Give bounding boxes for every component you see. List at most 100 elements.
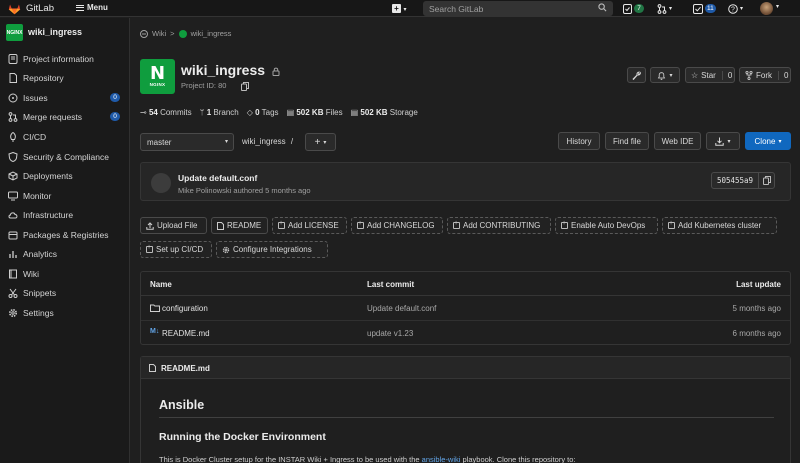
chevron-down-icon: ▾ [727,138,731,145]
sidebar-project-header[interactable]: NGINX wiki_ingress [0,24,130,43]
sidebar-item-infrastructure[interactable]: Infrastructure [0,206,130,224]
commits-label: Commits [160,108,192,117]
sidebar-item-wiki[interactable]: Wiki [0,265,130,283]
tag-icon: ◇ [246,108,253,117]
star-count[interactable]: 0 [721,70,732,80]
sidebar-item-merge-requests[interactable]: Merge requests 0 [0,108,130,126]
add-to-tree-dropdown[interactable]: + ▾ [305,133,336,151]
sidebar-item-security-compliance[interactable]: Security & Compliance [0,148,130,166]
plus-square-icon [668,220,675,229]
help-dropdown[interactable]: ? ▾ [728,2,743,15]
commit-title[interactable]: Update default.conf [178,173,257,183]
sidebar-item-packages-registries[interactable]: Packages & Registries [0,226,130,244]
sidebar-item-issues[interactable]: Issues 0 [0,89,130,107]
copy-icon[interactable] [241,82,249,91]
copy-sha-button[interactable] [758,172,775,189]
repo-path-root[interactable]: wiki_ingress [242,137,286,146]
fork-count[interactable]: 0 [778,70,788,80]
commit-sha[interactable]: 505455a9 [711,172,759,189]
enable-auto-devops-button[interactable]: Enable Auto DevOps [555,217,658,234]
upload-file-button[interactable]: Upload File [140,217,207,234]
breadcrumb-root[interactable]: Wiki [152,29,166,38]
branches-stat[interactable]: ᛘ 1 Branch [200,108,239,117]
web-ide-button[interactable]: Web IDE [654,132,701,150]
history-button[interactable]: History [558,132,600,150]
upload-file-label: Upload File [157,221,198,230]
find-file-button[interactable]: Find file [605,132,649,150]
notifications-dropdown[interactable]: ▾ [650,67,680,83]
merge-dropdown[interactable]: ▾ [657,2,672,15]
user-avatar[interactable] [760,2,773,15]
setup-ci-cd-button[interactable]: Set up CI/CD [140,241,212,258]
chevron-down-icon[interactable]: ▾ [776,3,779,10]
sidebar-item-project-information[interactable]: Project information [0,50,130,68]
branches-count: 1 [206,108,212,117]
merge-requests-count: 7 [634,4,644,13]
readme-paragraph: This is Docker Cluster setup for the INS… [159,455,576,463]
files-stat[interactable]: ▤ 502 KB Files [287,108,343,117]
search-placeholder: Search GitLab [429,4,484,14]
add-license-button[interactable]: Add LICENSE [272,217,347,234]
sidebar-item-deployments[interactable]: Deployments [0,167,130,185]
breadcrumb-current[interactable]: wiki_ingress [191,29,232,38]
project-avatar: NGINX [6,24,23,41]
tags-stat[interactable]: ◇ 0 Tags [247,108,279,117]
files-icon: ▤ [286,108,295,117]
upload-icon [146,221,154,230]
sidebar-item-settings[interactable]: Settings [0,304,130,322]
todos-nav[interactable]: 11 [693,2,716,15]
commits-stat[interactable]: ⊸ 54 Commits [140,108,192,117]
branch-selector[interactable]: master ▾ [140,133,234,151]
clone-dropdown[interactable]: Clone ▾ [745,132,791,150]
star-icon: ☆ [691,70,699,80]
sidebar-item-label: Deployments [23,171,73,181]
readme-button[interactable]: README [211,217,268,234]
gear-icon [222,246,230,253]
issues-icon [8,93,18,103]
commit-author-avatar[interactable] [151,173,171,193]
branches-label: Branch [213,108,239,117]
file-last-commit[interactable]: Update default.conf [367,304,436,313]
table-row[interactable]: M↓ README.md update v1.23 6 months ago [141,321,790,346]
file-name[interactable]: configuration [162,304,208,313]
project-settings-button[interactable] [627,67,646,83]
table-row[interactable]: configuration Update default.conf 5 mont… [141,296,790,321]
add-contributing-label: Add CONTRIBUTING [463,221,541,230]
add-changelog-label: Add CHANGELOG [367,221,435,230]
todo-check-icon [693,3,703,14]
menu-button[interactable]: Menu [76,3,108,12]
sidebar-item-analytics[interactable]: Analytics [0,245,130,263]
sidebar-item-label: Security & Compliance [23,152,109,162]
file-last-commit[interactable]: update v1.23 [367,329,413,338]
add-kubernetes-cluster-button[interactable]: Add Kubernetes cluster [662,217,777,234]
file-name[interactable]: README.md [162,329,210,338]
sidebar-item-ci-cd[interactable]: CI/CD [0,128,130,146]
star-button[interactable]: ☆ Star 0 [685,67,735,83]
sidebar-item-snippets[interactable]: Snippets [0,284,130,302]
search-input[interactable]: Search GitLab [423,1,613,16]
configure-integrations-button[interactable]: Configure Integrations [216,241,328,258]
readme-filename[interactable]: README.md [161,364,210,373]
readme-link[interactable]: ansible-wiki [422,455,461,463]
chevron-down-icon: ▾ [740,6,744,12]
commit-icon: ⊸ [140,108,147,117]
lock-icon [272,67,280,76]
add-changelog-button[interactable]: Add CHANGELOG [351,217,443,234]
column-header-last-commit: Last commit [367,280,415,289]
chevron-down-icon: ▾ [224,139,228,145]
add-contributing-button[interactable]: Add CONTRIBUTING [447,217,551,234]
sidebar-item-repository[interactable]: Repository [0,69,130,87]
gitlab-logo-icon[interactable] [8,2,21,15]
info-icon [8,54,18,64]
chart-icon [9,251,17,258]
sidebar-item-monitor[interactable]: Monitor [0,187,130,205]
brand-name[interactable]: GitLab [26,3,54,14]
project-logo-letter: N [149,63,166,84]
search-icon [598,3,607,12]
top-navbar: GitLab Menu + ▾ Search GitLab 7 ▾ 11 ? ▾… [0,0,800,17]
new-dropdown-button[interactable]: + ▾ [392,3,410,14]
merge-requests-nav[interactable]: 7 [623,2,644,15]
fork-button[interactable]: Fork 0 [739,67,791,83]
breadcrumb-separator: > [170,29,175,38]
download-dropdown[interactable]: ▾ [706,132,740,150]
